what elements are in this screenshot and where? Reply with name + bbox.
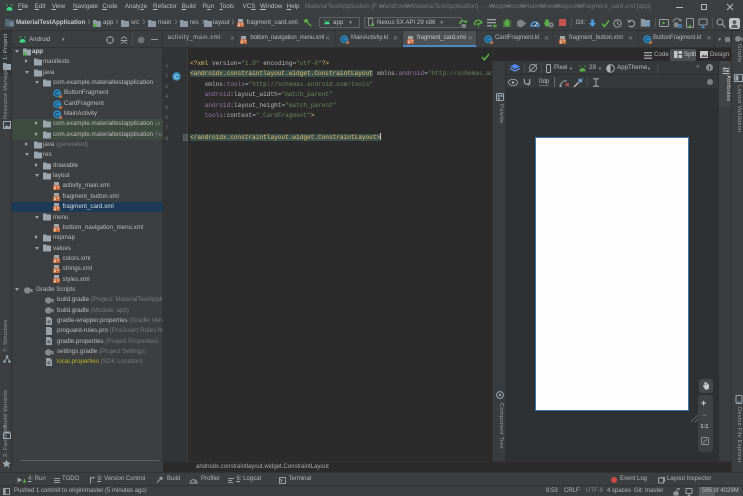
svg-text:C: C — [174, 73, 179, 80]
